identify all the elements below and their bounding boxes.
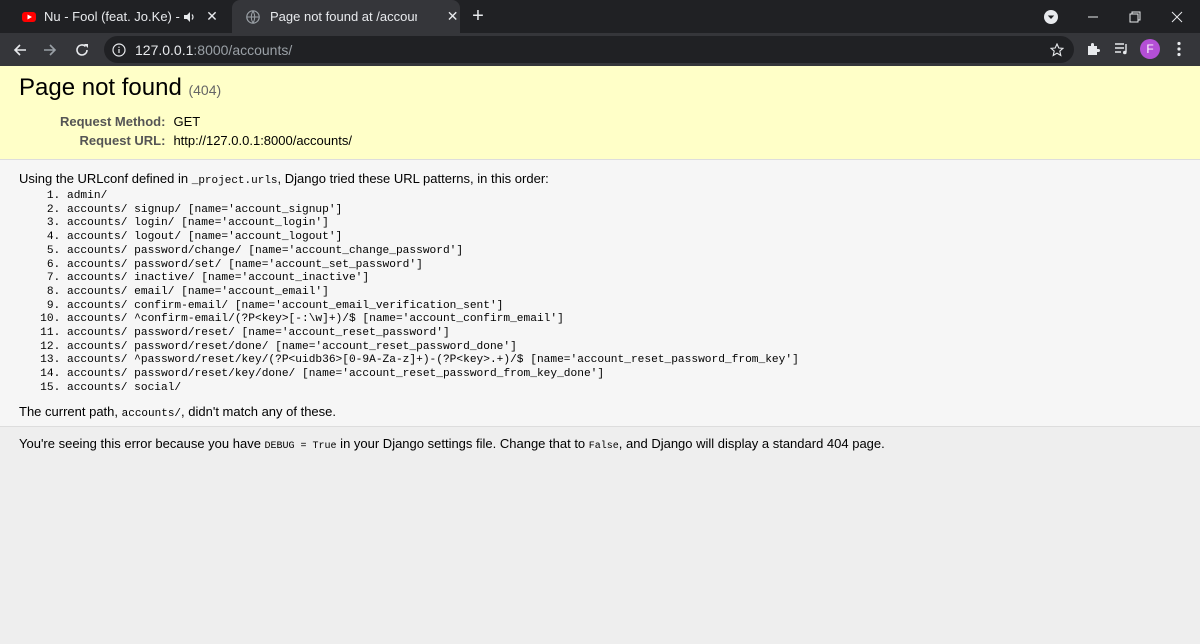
back-button[interactable]: [8, 38, 32, 62]
explanation-post: , and Django will display a standard 404…: [618, 436, 885, 451]
address-bar[interactable]: 127.0.0.1:8000/accounts/: [104, 36, 1074, 63]
page-content: Page not found (404) Request Method: GET…: [0, 66, 1200, 644]
tab-title: Page not found at /accounts/: [270, 9, 417, 24]
url-pattern-item: accounts/ confirm-email/ [name='account_…: [67, 300, 799, 314]
url-pattern-item: accounts/ logout/ [name='account_logout'…: [67, 231, 799, 245]
url-patterns-list: admin/accounts/ signup/ [name='account_s…: [19, 190, 799, 396]
url-pattern-item: accounts/ email/ [name='account_email']: [67, 286, 799, 300]
explanation-mid: in your Django settings file. Change tha…: [336, 436, 589, 451]
url-pattern-item: accounts/ password/change/ [name='accoun…: [67, 245, 799, 259]
globe-icon: [246, 9, 260, 24]
profile-button[interactable]: F: [1137, 36, 1163, 62]
debug-setting-code: DEBUG = True: [264, 441, 337, 452]
chevron-down-icon: [1044, 9, 1058, 24]
request-meta-table: Request Method: GET Request URL: http://…: [60, 114, 352, 148]
menu-button[interactable]: [1166, 36, 1192, 62]
tab-search-button[interactable]: [1028, 0, 1074, 33]
url-text: 127.0.0.1:8000/accounts/: [135, 42, 292, 58]
url-pattern-item: admin/: [67, 190, 799, 204]
media-controls-button[interactable]: [1109, 36, 1135, 62]
request-method-label: Request Method:: [60, 114, 166, 129]
url-pattern-item: accounts/ ^confirm-email/(?P<key>[-:\w]+…: [67, 313, 799, 327]
url-pattern-item: accounts/ inactive/ [name='account_inact…: [67, 272, 799, 286]
urlconf-intro: Using the URLconf defined in _project.ur…: [19, 171, 549, 187]
url-pattern-item: accounts/ password/reset/key/done/ [name…: [67, 368, 799, 382]
tab-youtube[interactable]: Nu - Fool (feat. Jo.Ke) - YouTube ✕: [0, 0, 232, 33]
urlconf-intro-tail: , Django tried these URL patterns, in th…: [277, 171, 549, 186]
tab-title: Nu - Fool (feat. Jo.Ke) - YouTube: [44, 9, 182, 24]
url-host: 127.0.0.1: [135, 41, 194, 58]
close-tab-icon[interactable]: ✕: [204, 8, 220, 25]
close-tab-icon[interactable]: ✕: [445, 8, 460, 25]
status-code: (404): [188, 82, 222, 98]
urlconf-intro-text: Using the URLconf defined in: [19, 171, 192, 186]
url-path: :8000/accounts/: [193, 41, 293, 58]
reload-icon: [76, 44, 88, 56]
url-pattern-item: accounts/ signup/ [name='account_signup'…: [67, 204, 799, 218]
url-pattern-item: accounts/ login/ [name='account_login']: [67, 217, 799, 231]
tab-page-not-found[interactable]: Page not found at /accounts/ ✕: [232, 0, 460, 33]
url-pattern-item: accounts/ ^password/reset/key/(?P<uidb36…: [67, 354, 799, 368]
current-path-message: The current path, accounts/, didn't matc…: [19, 404, 336, 420]
minimize-button[interactable]: [1070, 0, 1116, 33]
tab-strip: Nu - Fool (feat. Jo.Ke) - YouTube ✕ Page…: [0, 0, 1200, 33]
avatar: F: [1140, 39, 1160, 59]
explanation-pre: You're seeing this error because you hav…: [19, 436, 265, 451]
reload-button[interactable]: [70, 38, 94, 62]
request-url-row: Request URL: http://127.0.0.1:8000/accou…: [60, 133, 352, 148]
request-method-value: GET: [173, 114, 201, 129]
youtube-icon: [22, 10, 36, 24]
puzzle-icon: [1088, 43, 1100, 55]
request-url-value: http://127.0.0.1:8000/accounts/: [173, 133, 352, 148]
audio-playing-icon[interactable]: [184, 11, 198, 22]
explanation-text: You're seeing this error because you hav…: [19, 436, 885, 452]
more-vert-icon: [1177, 41, 1181, 57]
url-pattern-item: accounts/ password/reset/ [name='account…: [67, 327, 799, 341]
close-window-button[interactable]: [1154, 0, 1200, 33]
page-title: Page not found (404): [19, 74, 221, 102]
arrow-left-icon: [13, 44, 26, 56]
summary-panel: Page not found (404) Request Method: GET…: [0, 66, 1200, 160]
new-tab-button[interactable]: +: [468, 6, 488, 27]
request-method-row: Request Method: GET: [60, 114, 352, 133]
media-queue-icon: [1115, 43, 1127, 55]
extensions-button[interactable]: [1081, 36, 1107, 62]
info-panel: Using the URLconf defined in _project.ur…: [0, 160, 1200, 427]
current-path-post: , didn't match any of these.: [181, 404, 337, 419]
current-path-pre: The current path,: [19, 404, 122, 419]
forward-button[interactable]: [38, 38, 62, 62]
minimize-icon: [1088, 16, 1098, 17]
current-path-code: accounts/: [121, 408, 182, 420]
restore-icon: [1129, 11, 1141, 22]
url-pattern-item: accounts/ password/reset/done/ [name='ac…: [67, 341, 799, 355]
url-pattern-item: accounts/ password/set/ [name='account_s…: [67, 259, 799, 273]
bookmark-star-icon[interactable]: [1050, 42, 1064, 57]
close-icon: [1171, 11, 1183, 22]
restore-button[interactable]: [1112, 0, 1158, 33]
false-code: False: [588, 441, 619, 452]
arrow-right-icon: [44, 44, 57, 56]
info-icon[interactable]: [112, 42, 126, 57]
url-pattern-item: accounts/ social/: [67, 382, 799, 396]
request-url-label: Request URL:: [79, 133, 166, 148]
page-heading: Page not found: [19, 74, 182, 101]
urlconf-module: _project.urls: [191, 175, 278, 187]
